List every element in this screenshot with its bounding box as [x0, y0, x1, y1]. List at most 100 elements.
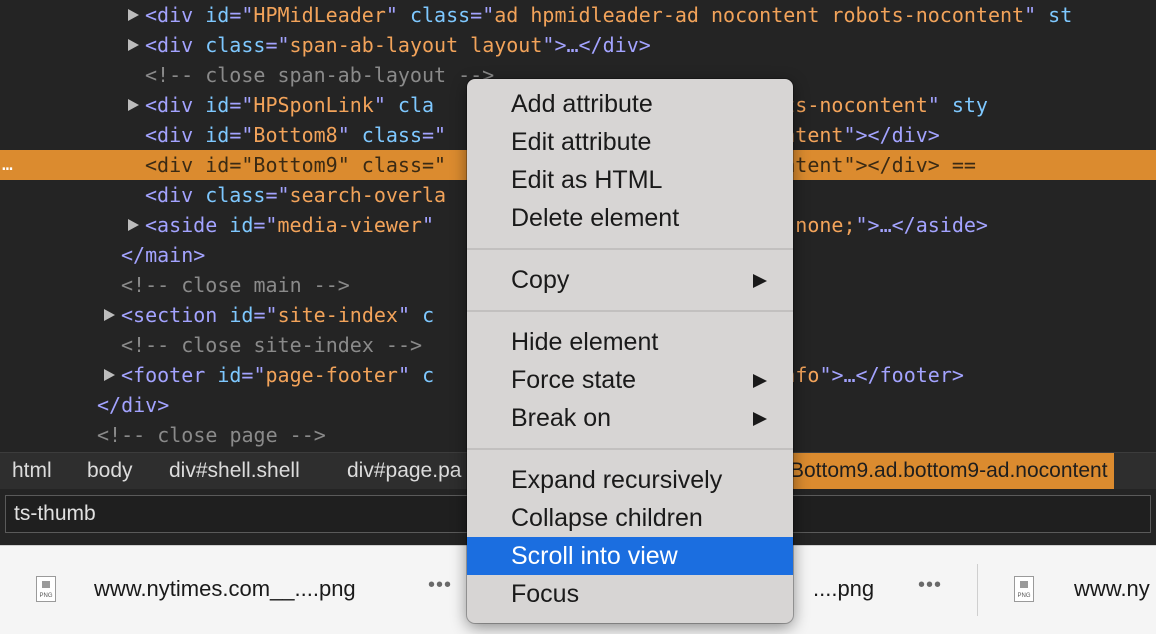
breadcrumb-div-page[interactable]: div#page.pa [347, 453, 461, 489]
menu-item-delete-element[interactable]: Delete element [467, 199, 793, 237]
menu-item-edit-as-html[interactable]: Edit as HTML [467, 161, 793, 199]
markup-token: c [422, 363, 435, 387]
markup-token: " [385, 3, 410, 27]
markup-token: Bottom8 [253, 123, 338, 147]
markup-token: class [361, 153, 423, 177]
node-ellipsis-icon[interactable]: … [2, 150, 13, 180]
markup-token: " [337, 153, 362, 177]
markup-token: "></div> == [843, 153, 976, 177]
markup-token: <!-- close page --> [97, 423, 326, 447]
menu-item-label: Hide element [511, 328, 659, 356]
markup-token: <aside [145, 213, 230, 237]
breadcrumb-active-bottom9[interactable]: Bottom9.ad.bottom9-ad.nocontent [784, 453, 1114, 489]
menu-item-collapse-children[interactable]: Collapse children [467, 499, 793, 537]
markup-token: class [361, 123, 423, 147]
markup-token: =" [470, 3, 495, 27]
node-markup: <!-- close page --> [97, 420, 326, 450]
menu-item-label: Add attribute [511, 90, 653, 118]
menu-item-hide-element[interactable]: Hide element [467, 323, 793, 361]
menu-item-label: Delete element [511, 204, 680, 232]
node-markup: </main> [121, 240, 205, 270]
markup-token: id [229, 213, 254, 237]
png-file-icon: PNG [1014, 576, 1034, 602]
menu-item-force-state[interactable]: Force state [467, 361, 793, 399]
expand-triangle-icon[interactable] [128, 219, 139, 231]
markup-token: <div [145, 3, 206, 27]
menu-item-expand-recursively[interactable]: Expand recursively [467, 461, 793, 499]
expand-triangle-icon[interactable] [104, 369, 115, 381]
markup-token: <!-- close span-ab-layout --> [145, 63, 495, 87]
breadcrumb-html[interactable]: html [12, 453, 52, 489]
menu-item-label: Expand recursively [511, 466, 723, 494]
menu-item-add-attribute[interactable]: Add attribute [467, 85, 793, 123]
download-filename: www.nytimes.com__....png [94, 576, 356, 601]
markup-token: span-ab-layout layout [289, 33, 543, 57]
menu-separator [467, 448, 793, 450]
markup-token: </div> [97, 393, 170, 417]
dom-node-row[interactable]: <div id="HPMidLeader" class="ad hpmidlea… [0, 0, 1156, 30]
markup-token: HPSponLink [253, 93, 374, 117]
expand-triangle-icon[interactable] [128, 99, 139, 111]
submenu-arrow-icon [753, 412, 767, 426]
markup-token: " [421, 213, 435, 237]
more-options-icon[interactable]: ••• [918, 574, 942, 597]
menu-item-scroll-into-view[interactable]: Scroll into view [467, 537, 793, 575]
markup-token: <footer [121, 363, 218, 387]
markup-token: sty [951, 93, 988, 117]
markup-token: id [217, 363, 242, 387]
markup-token: " [397, 363, 423, 387]
breadcrumb-body[interactable]: body [87, 453, 133, 489]
node-markup: </div> [97, 390, 169, 420]
node-markup: <div class="search-overla [145, 180, 446, 210]
download-filename: www.ny [1074, 576, 1150, 601]
menu-item-focus[interactable]: Focus [467, 575, 793, 613]
markup-token: "></div> [843, 123, 940, 147]
download-filename: ....png [813, 576, 875, 601]
markup-token: id [205, 3, 230, 27]
dom-node-row[interactable]: <div class="span-ab-layout layout">…</di… [0, 30, 1156, 60]
markup-token: =" [253, 213, 278, 237]
markup-token: <section [121, 303, 230, 327]
markup-token: search-overla [289, 183, 447, 207]
menu-item-label: Break on [511, 404, 612, 432]
menu-separator [467, 248, 793, 250]
node-markup: <!-- close site-index --> [121, 330, 422, 360]
menu-item-break-on[interactable]: Break on [467, 399, 793, 437]
breadcrumb-div-shell[interactable]: div#shell.shell [169, 453, 300, 489]
menu-separator [467, 310, 793, 312]
expand-triangle-icon[interactable] [128, 39, 139, 51]
markup-token: ">…</div> [542, 33, 651, 57]
markup-token: id [205, 153, 230, 177]
markup-token: <div [145, 93, 206, 117]
expand-triangle-icon[interactable] [104, 309, 115, 321]
markup-token: site-index [277, 303, 398, 327]
markup-token: Bottom9 [253, 153, 338, 177]
markup-token: <!-- close main --> [121, 273, 350, 297]
node-markup: <div class="span-ab-layout layout">…</di… [145, 30, 651, 60]
markup-token: st [1048, 3, 1073, 27]
markup-token: <div [145, 153, 206, 177]
markup-token: id [205, 93, 230, 117]
markup-token: =" [422, 123, 447, 147]
menu-item-edit-attribute[interactable]: Edit attribute [467, 123, 793, 161]
menu-item-label: Scroll into view [511, 542, 678, 570]
expand-triangle-icon[interactable] [128, 9, 139, 21]
markup-token: =" [229, 153, 254, 177]
markup-token: id [205, 123, 230, 147]
markup-token: " [1024, 3, 1049, 27]
menu-item-label: Copy [511, 266, 570, 294]
menu-item-label: Focus [511, 580, 580, 608]
markup-token: <div [145, 33, 206, 57]
markup-token: " [337, 123, 362, 147]
download-separator [977, 564, 978, 616]
png-file-icon: PNG [36, 576, 56, 602]
more-options-icon[interactable]: ••• [428, 574, 452, 597]
markup-token: </main> [121, 243, 206, 267]
markup-token: class [409, 3, 471, 27]
markup-token: cla [397, 93, 435, 117]
menu-item-copy[interactable]: Copy [467, 261, 793, 299]
markup-token: <div [145, 183, 206, 207]
markup-token: class [205, 183, 266, 207]
menu-item-label: Force state [511, 366, 637, 394]
markup-token: =" [253, 303, 278, 327]
